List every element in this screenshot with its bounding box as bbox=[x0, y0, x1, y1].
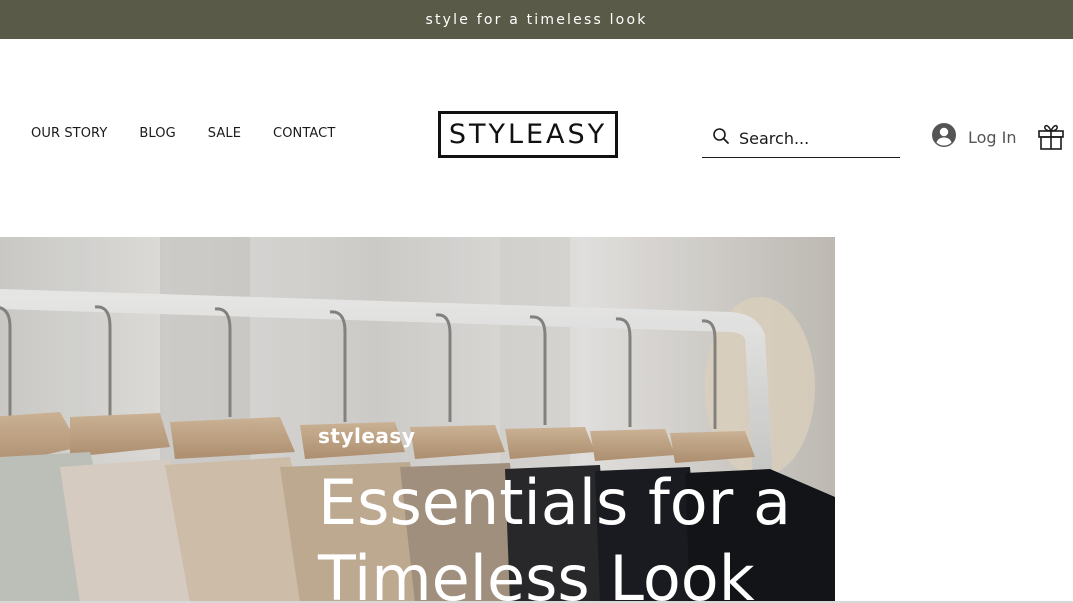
announcement-text: style for a timeless look bbox=[425, 11, 648, 28]
hero-headline-line1: Essentials for a bbox=[318, 466, 791, 539]
user-avatar-icon bbox=[932, 123, 956, 151]
site-header: OUR STORY BLOG SALE CONTACT STYLEASY Log… bbox=[0, 39, 1073, 237]
hero-headline-line2: Timeless Look bbox=[318, 542, 755, 603]
login-label: Log In bbox=[968, 127, 1017, 147]
login-button[interactable]: Log In bbox=[932, 123, 1017, 151]
main-nav: OUR STORY BLOG SALE CONTACT bbox=[31, 126, 367, 141]
search-bar[interactable] bbox=[702, 119, 900, 158]
search-icon[interactable] bbox=[702, 127, 730, 149]
gift-icon[interactable] bbox=[1037, 122, 1065, 154]
site-logo[interactable]: STYLEASY bbox=[438, 111, 618, 158]
hero-headline: Essentials for a Timeless Look bbox=[318, 465, 818, 603]
announcement-bar: style for a timeless look bbox=[0, 0, 1073, 39]
nav-item-contact[interactable]: CONTACT bbox=[273, 126, 335, 141]
hero-brand: styleasy bbox=[318, 424, 416, 448]
hero-banner: styleasy Essentials for a Timeless Look bbox=[0, 237, 835, 603]
search-input[interactable] bbox=[739, 128, 889, 148]
nav-item-blog[interactable]: BLOG bbox=[139, 126, 175, 141]
logo-text: STYLEASY bbox=[448, 119, 608, 150]
nav-item-sale[interactable]: SALE bbox=[208, 126, 241, 141]
nav-item-our-story[interactable]: OUR STORY bbox=[31, 126, 107, 141]
